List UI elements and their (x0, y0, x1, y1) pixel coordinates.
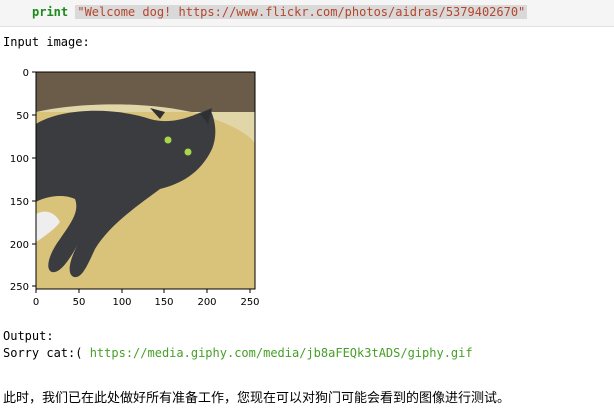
code-string: "Welcome dog! https://www.flickr.com/pho… (75, 5, 528, 19)
x-tick-label: 250 (240, 297, 259, 308)
output-label: Output: (3, 329, 54, 343)
cat-eye-left (164, 136, 172, 144)
y-axis: 0 50 100 150 200 250 (10, 68, 36, 293)
x-axis: 0 50 100 150 200 250 (33, 289, 260, 308)
y-tick-label: 100 (10, 154, 29, 165)
code-line: print "Welcome dog! https://www.flickr.c… (32, 4, 528, 20)
sorry-prefix: Sorry cat:( (3, 346, 90, 360)
y-tick-label: 50 (16, 111, 29, 122)
code-cell[interactable]: print "Welcome dog! https://www.flickr.c… (0, 0, 614, 27)
y-tick-label: 0 (23, 68, 29, 79)
cat-eye-right (184, 148, 192, 156)
y-tick-label: 150 (10, 197, 29, 208)
chinese-paragraph: 此时，我们已在此处做好所有准备工作，您现在可以对狗门可能会看到的图像进行测试。 (3, 391, 511, 406)
input-image-label: Input image: (3, 35, 90, 49)
y-tick-label: 200 (10, 240, 29, 251)
x-tick-label: 100 (112, 297, 131, 308)
x-tick-label: 150 (154, 297, 173, 308)
giphy-link[interactable]: https://media.giphy.com/media/jb8aFEQk3t… (90, 346, 473, 360)
input-image-plot: 0 50 100 150 200 250 0 50 100 150 200 25… (10, 68, 260, 308)
y-tick-label: 250 (10, 282, 29, 293)
x-tick-label: 50 (73, 297, 86, 308)
print-keyword: print (32, 5, 69, 19)
x-tick-label: 200 (197, 297, 216, 308)
sorry-line: Sorry cat:( https://media.giphy.com/medi… (3, 345, 473, 361)
x-tick-label: 0 (33, 297, 39, 308)
image-area (35, 71, 256, 290)
